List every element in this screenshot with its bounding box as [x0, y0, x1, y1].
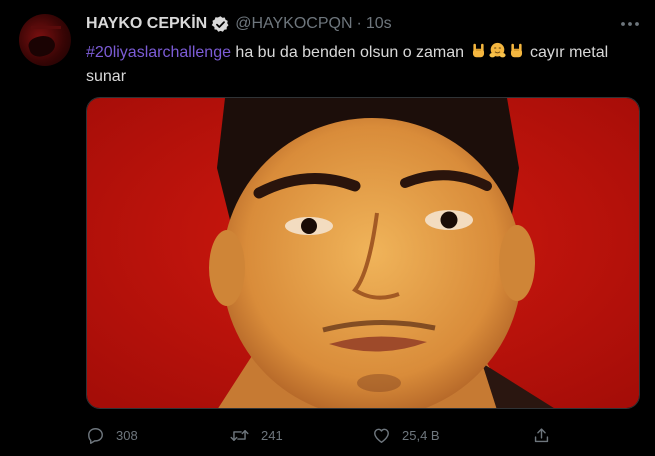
more-options-button[interactable]	[616, 12, 644, 36]
hashtag-link[interactable]: #20liyaslarchallenge	[86, 44, 231, 61]
tweet-timestamp[interactable]: 10s	[366, 15, 392, 33]
tweet-text-main: ha bu da benden olsun o zaman	[230, 44, 469, 61]
sign-of-the-horns-icon	[470, 42, 487, 59]
retweet-icon	[230, 429, 249, 441]
header-separator: ·	[356, 15, 362, 32]
more-dots-icon	[621, 22, 639, 26]
avatar-figure	[26, 32, 58, 60]
tweet-header: HAYKO CEPKİN @HAYKOCPQN · 10s	[86, 13, 392, 35]
heart-icon	[374, 428, 389, 443]
tweet-card[interactable]: HAYKO CEPKİN @HAYKOCPQN · 10s #20liyasla…	[0, 0, 655, 456]
verified-badge-icon	[211, 15, 230, 34]
hugging-face-icon	[488, 42, 506, 59]
author-name[interactable]: HAYKO CEPKİN	[86, 15, 207, 33]
share-button[interactable]	[532, 423, 551, 447]
share-icon	[534, 427, 549, 442]
reply-count: 308	[116, 427, 138, 443]
sign-of-the-horns-icon	[508, 42, 525, 59]
author-handle[interactable]: @HAYKOCPQN	[235, 15, 352, 33]
like-count: 25,4 B	[402, 427, 440, 443]
avatar-detail	[31, 26, 61, 29]
tweet-actions: 308 241 25,4 B	[86, 423, 556, 447]
like-button[interactable]: 25,4 B	[372, 423, 440, 447]
reply-button[interactable]: 308	[86, 423, 138, 447]
retweet-count: 241	[261, 427, 283, 443]
reply-icon	[88, 427, 103, 444]
retweet-button[interactable]: 241	[229, 423, 283, 447]
tweet-photo[interactable]	[86, 97, 640, 409]
tweet-text: #20liyaslarchallenge ha bu da benden ols…	[86, 41, 641, 89]
avatar[interactable]	[19, 14, 71, 66]
